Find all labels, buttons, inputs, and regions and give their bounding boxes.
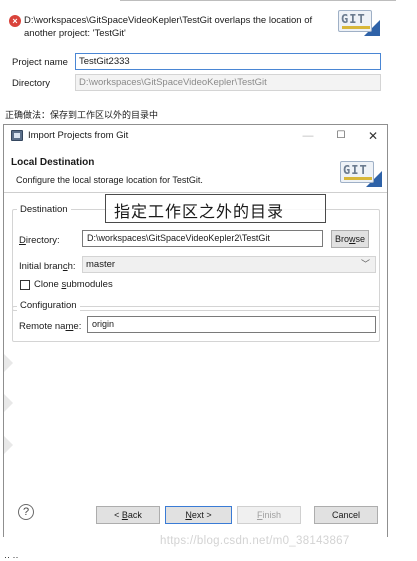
clone-submodules-rest: ubmodules bbox=[66, 279, 113, 290]
annotation-box: 指定工作区之外的目录 bbox=[105, 194, 326, 223]
annotation-text: 指定工作区之外的目录 bbox=[114, 202, 285, 221]
initial-branch-select[interactable]: master ﹀ bbox=[82, 256, 376, 273]
title-bar[interactable]: Import Projects from Git — ☐ ✕ bbox=[4, 125, 387, 147]
initial-branch-prefix: Initial bran bbox=[19, 261, 63, 272]
destination-group-label: Destination bbox=[17, 204, 71, 215]
back-rest: ack bbox=[127, 510, 142, 520]
maximize-button[interactable]: ☐ bbox=[333, 128, 349, 144]
wizard-content: Destination Directory: D:\workspaces\Git… bbox=[4, 194, 387, 492]
browse-label-rest: se bbox=[355, 234, 366, 244]
wizard-header: Local Destination Configure the local st… bbox=[4, 147, 387, 193]
help-icon[interactable]: ? bbox=[18, 504, 34, 520]
initial-branch-value: master bbox=[86, 259, 116, 270]
dialog-title: Import Projects from Git bbox=[28, 130, 129, 141]
browse-label-prefix: Bro bbox=[334, 234, 349, 244]
directory-label-rest: irectory: bbox=[25, 235, 60, 246]
import-dialog: Import Projects from Git — ☐ ✕ Local Des… bbox=[3, 124, 388, 537]
clone-submodules-checkbox[interactable] bbox=[20, 280, 30, 290]
page-fold-shape bbox=[4, 354, 14, 372]
bottom-glyphs: ·· ·· bbox=[4, 552, 19, 561]
back-prefix: < bbox=[114, 510, 122, 520]
page-fold-shape bbox=[4, 436, 14, 454]
next-rest: ext > bbox=[191, 510, 212, 520]
page-fold-shape bbox=[4, 394, 14, 412]
watermark-text: https://blog.csdn.net/m0_38143867 bbox=[160, 535, 350, 547]
remote-name-input[interactable]: origin bbox=[87, 316, 376, 333]
clone-submodules-label[interactable]: Clone submodules bbox=[34, 279, 113, 290]
app-icon bbox=[11, 130, 23, 141]
directory-label: Directory bbox=[12, 78, 51, 89]
clone-submodules-prefix: Clone bbox=[34, 279, 62, 290]
clip-top-border bbox=[120, 0, 396, 1]
git-logo-icon: GIT bbox=[336, 6, 380, 36]
directory-mnemonic: D bbox=[19, 235, 26, 246]
remote-name-label: Remote name: bbox=[19, 321, 81, 332]
caption-text: 正确做法：保存到工作区以外的目录中 bbox=[5, 111, 159, 121]
remote-name-rest: e: bbox=[73, 321, 82, 332]
back-button[interactable]: < Back bbox=[96, 506, 160, 524]
directory-input[interactable]: D:\workspaces\GitSpaceVideoKepler2\TestG… bbox=[82, 230, 323, 247]
directory-field: D:\workspaces\GitSpaceVideoKepler\TestGi… bbox=[75, 74, 381, 91]
error-icon: × bbox=[9, 15, 21, 27]
error-clip: × D:\workspaces\GitSpaceVideoKepler\Test… bbox=[0, 0, 396, 96]
wizard-footer: ? < Back Next > Finish Cancel bbox=[4, 492, 387, 537]
minimize-button[interactable]: — bbox=[300, 128, 316, 144]
remote-name-prefix: Remote na bbox=[19, 321, 66, 332]
finish-rest: inish bbox=[262, 510, 281, 520]
page-title: Local Destination bbox=[11, 157, 95, 168]
finish-button: Finish bbox=[237, 506, 301, 524]
next-button[interactable]: Next > bbox=[165, 506, 232, 524]
browse-button[interactable]: Browse bbox=[331, 230, 369, 248]
initial-branch-rest: h: bbox=[67, 261, 76, 272]
git-logo-text: GIT bbox=[341, 12, 366, 26]
project-name-label: Project name bbox=[12, 57, 68, 68]
cancel-button[interactable]: Cancel bbox=[314, 506, 378, 524]
error-message: D:\workspaces\GitSpaceVideoKepler\TestGi… bbox=[24, 15, 313, 39]
directory-row-label: Directory: bbox=[19, 235, 60, 246]
project-name-field[interactable]: TestGit2333 bbox=[75, 53, 381, 70]
git-logo-icon: GIT bbox=[338, 157, 382, 187]
page-description: Configure the local storage location for… bbox=[16, 175, 203, 185]
chevron-down-icon: ﹀ bbox=[360, 259, 370, 269]
initial-branch-label: Initial branch: bbox=[19, 261, 76, 272]
close-button[interactable]: ✕ bbox=[365, 128, 381, 144]
configuration-group-label: Configuration bbox=[17, 300, 80, 311]
git-logo-text: GIT bbox=[343, 163, 368, 177]
